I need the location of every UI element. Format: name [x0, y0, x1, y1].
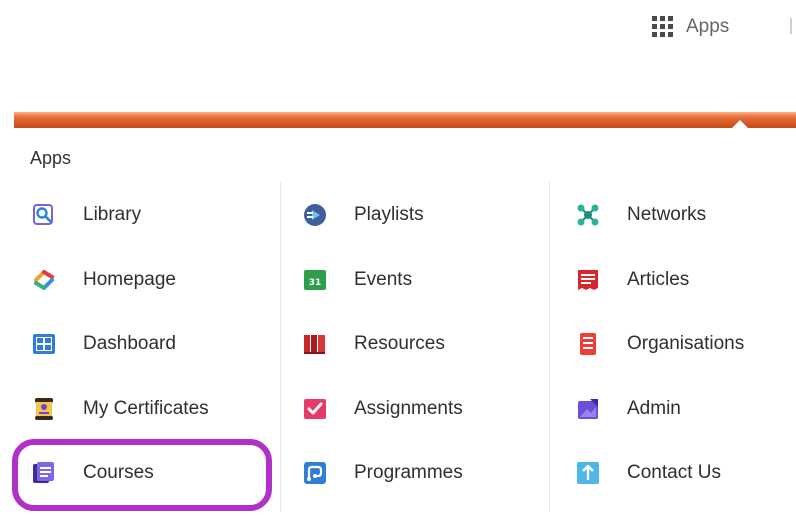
- menu-item-label: Courses: [83, 462, 154, 483]
- menu-item-label: Playlists: [354, 204, 424, 225]
- playlists-icon: [304, 204, 326, 226]
- certificate-icon: [35, 398, 53, 420]
- calendar-icon: 31: [304, 270, 326, 290]
- menu-item-my-certificates[interactable]: My Certificates: [32, 389, 209, 429]
- menu-item-label: Admin: [627, 398, 681, 419]
- networks-icon: [577, 204, 599, 226]
- library-search-icon: [33, 204, 53, 225]
- grid-icon: [652, 16, 673, 37]
- menu-item-homepage[interactable]: Homepage: [32, 260, 176, 300]
- menu-item-contact-us[interactable]: Contact Us: [576, 453, 721, 493]
- contact-us-icon: [577, 462, 599, 484]
- apps-button[interactable]: Apps: [652, 12, 729, 42]
- apps-column-1: Library Homepage Dashboard My Certificat…: [14, 182, 279, 512]
- calendar-day-number: 31: [309, 278, 322, 288]
- menu-item-programmes[interactable]: Programmes: [303, 453, 463, 493]
- assignments-check-icon: [304, 399, 326, 419]
- menu-item-library[interactable]: Library: [32, 195, 141, 235]
- menu-item-label: Dashboard: [83, 333, 176, 354]
- menu-item-courses[interactable]: Courses: [32, 453, 154, 493]
- menu-item-admin[interactable]: Admin: [576, 389, 681, 429]
- menu-item-label: Homepage: [83, 269, 176, 290]
- menu-item-label: Library: [83, 204, 142, 225]
- top-bar: Apps: [0, 0, 796, 60]
- menu-item-networks[interactable]: Networks: [576, 195, 706, 235]
- menu-item-dashboard[interactable]: Dashboard: [32, 324, 176, 364]
- accent-bar: [14, 112, 796, 128]
- courses-icon: [33, 462, 54, 483]
- programmes-icon: [304, 462, 326, 484]
- menu-item-label: Assignments: [354, 398, 463, 419]
- menu-item-assignments[interactable]: Assignments: [303, 389, 463, 429]
- menu-item-label: Articles: [627, 269, 690, 290]
- apps-column-2: Playlists 31 Events Resources Assignment…: [280, 182, 549, 512]
- menu-item-label: Organisations: [627, 333, 745, 354]
- menu-item-label: Contact Us: [627, 462, 721, 483]
- apps-menu-title: Apps: [30, 148, 72, 168]
- menu-item-articles[interactable]: Articles: [576, 260, 689, 300]
- resources-books-icon: [304, 335, 325, 354]
- admin-icon: [578, 399, 598, 419]
- divider: [790, 18, 792, 34]
- menu-item-resources[interactable]: Resources: [303, 324, 445, 364]
- apps-button-label: Apps: [686, 16, 730, 37]
- menu-item-label: Programmes: [354, 462, 463, 483]
- menu-item-organisations[interactable]: Organisations: [576, 324, 744, 364]
- organisations-icon: [580, 333, 596, 355]
- menu-item-playlists[interactable]: Playlists: [303, 195, 424, 235]
- dashboard-icon: [33, 334, 55, 354]
- menu-item-events[interactable]: 31 Events: [303, 260, 412, 300]
- menu-item-label: Networks: [627, 204, 707, 225]
- apps-column-3: Networks Articles Organisations Admin Co…: [549, 182, 796, 512]
- menu-item-label: Events: [354, 269, 413, 290]
- articles-icon: [578, 270, 598, 290]
- menu-item-label: Resources: [354, 333, 445, 354]
- homepage-icon: [34, 270, 54, 290]
- menu-item-label: My Certificates: [83, 398, 209, 419]
